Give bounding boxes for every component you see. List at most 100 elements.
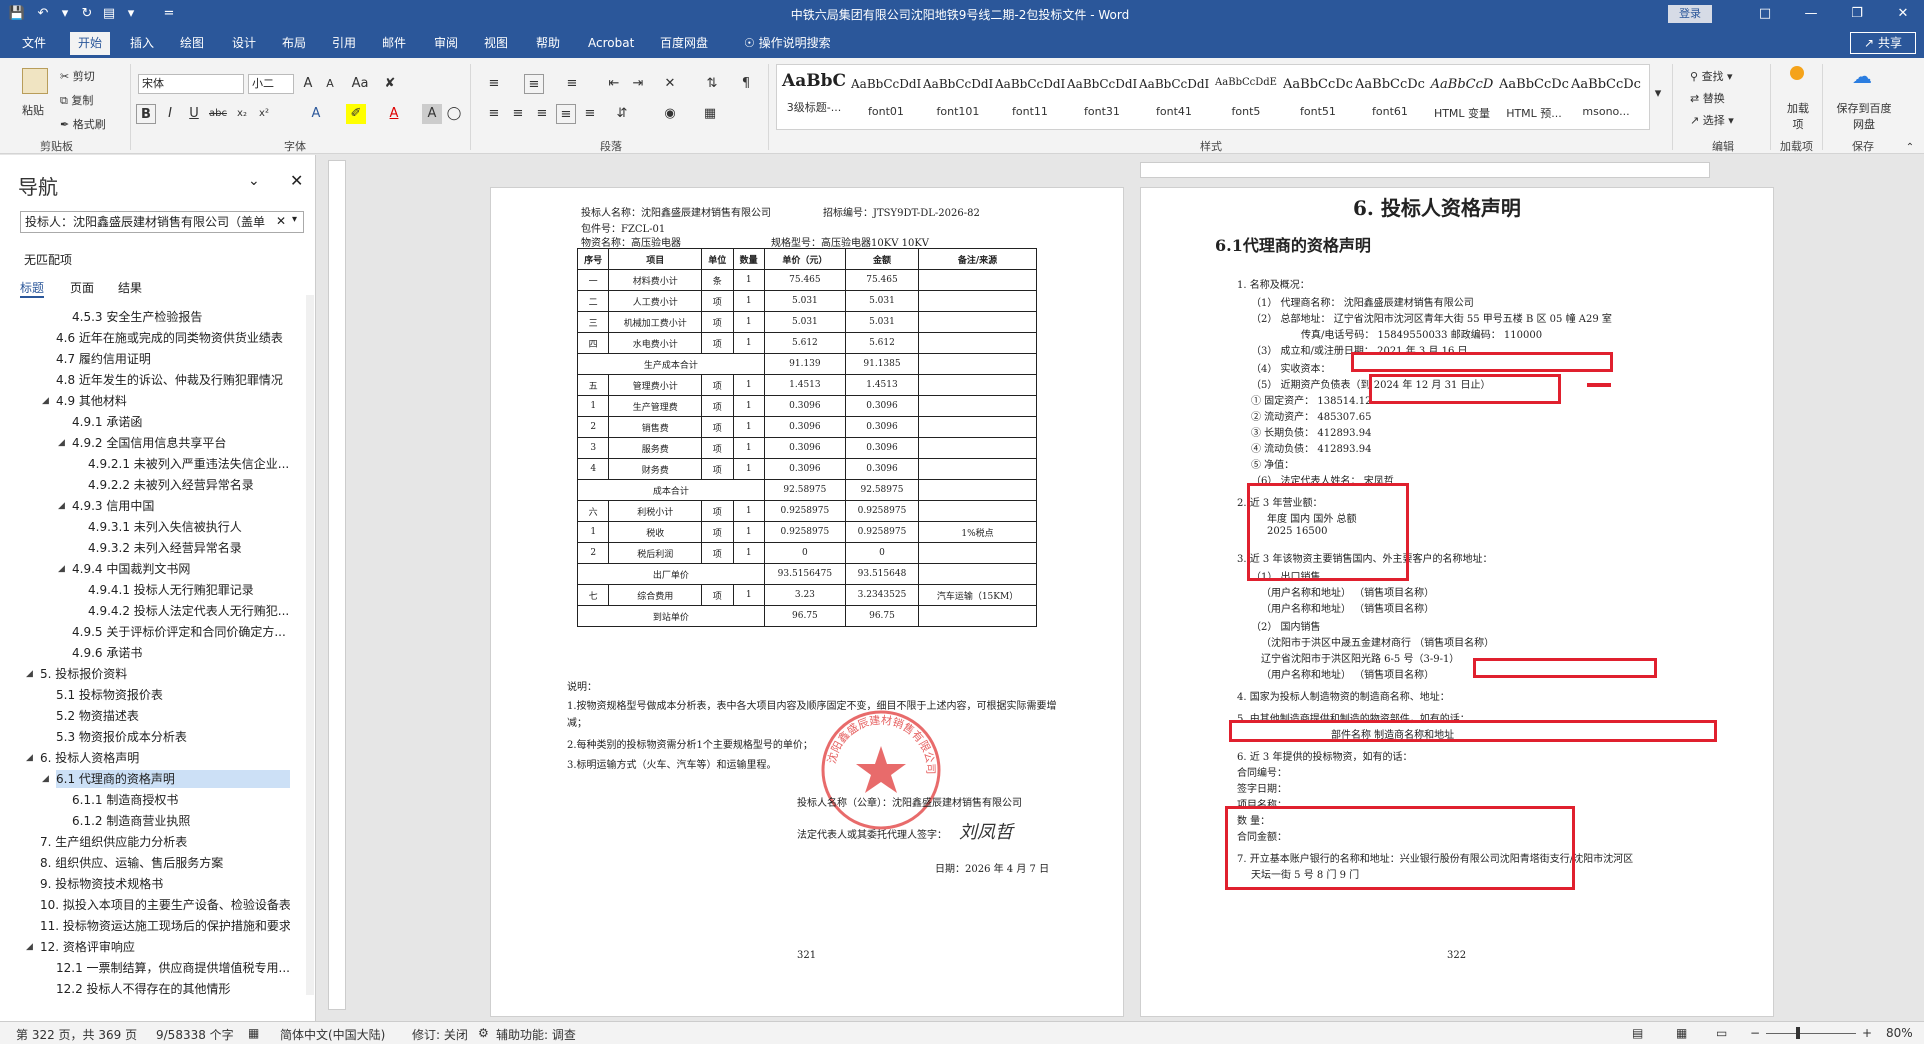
undo-dropdown-icon[interactable]: ▾	[56, 5, 74, 23]
font-color-icon[interactable]: A	[384, 104, 404, 124]
font-size-select[interactable]: 小二	[248, 74, 294, 94]
collapse-triangle-icon[interactable]: ◢	[58, 501, 65, 511]
tab-insert[interactable]: 插入	[122, 28, 162, 58]
nav-heading-item[interactable]: 4.9.5 关于评标价评定和合同价确定方...	[72, 623, 290, 641]
style-item[interactable]: AaBbCcD HTML 变量	[1427, 67, 1497, 127]
align-center-icon[interactable]: ≡	[508, 104, 528, 124]
nav-close-icon[interactable]: ✕	[290, 171, 303, 190]
nav-heading-item[interactable]: 4.9.3.2 未列入经营异常名录	[88, 539, 290, 557]
maximize-icon[interactable]: ❐	[1842, 4, 1872, 24]
sort-icon[interactable]: ⇅	[702, 74, 722, 94]
style-item[interactable]: AaBbCcDdI font41	[1139, 67, 1209, 127]
collapse-triangle-icon[interactable]: ◢	[26, 942, 33, 952]
zoom-level[interactable]: 80%	[1886, 1026, 1913, 1040]
style-item[interactable]: AaBbCcDdI font101	[923, 67, 993, 127]
document-icon[interactable]: ▤	[100, 5, 118, 23]
char-shading-icon[interactable]: A	[422, 104, 442, 124]
increase-indent-icon[interactable]: ⇥	[628, 74, 648, 94]
clear-search-icon[interactable]: ✕	[276, 214, 286, 228]
find-button[interactable]: ⚲ 查找 ▾	[1690, 68, 1733, 84]
highlight-icon[interactable]: ✐	[346, 104, 366, 124]
nav-heading-item[interactable]: 4.9 其他材料	[56, 392, 290, 410]
nav-heading-item[interactable]: 6.1.2 制造商营业执照	[72, 812, 290, 830]
grow-font-icon[interactable]: A	[298, 74, 318, 94]
nav-heading-item[interactable]: 6.1 代理商的资格声明	[56, 770, 290, 788]
collapse-triangle-icon[interactable]: ◢	[42, 774, 49, 784]
shading-icon[interactable]: ◉	[660, 104, 680, 124]
enclose-char-icon[interactable]: ◯	[444, 104, 464, 124]
nav-heading-item[interactable]: 4.9.4.1 投标人无行贿犯罪记录	[88, 581, 290, 599]
word-count[interactable]: 9/58338 个字	[156, 1026, 234, 1043]
change-case-icon[interactable]: Aa	[350, 74, 370, 94]
bold-icon[interactable]: B	[136, 104, 156, 124]
align-left-icon[interactable]: ≡	[484, 104, 504, 124]
tab-layout[interactable]: 布局	[274, 28, 314, 58]
save-icon[interactable]: 💾	[8, 5, 26, 23]
format-painter-button[interactable]: ✒ 格式刷	[60, 116, 106, 132]
nav-heading-item[interactable]: 11. 投标物资运达施工现场后的保护措施和要求	[40, 917, 290, 935]
nav-heading-item[interactable]: 12.2 投标人不得存在的其他情形	[56, 980, 290, 998]
tab-baidu[interactable]: 百度网盘	[652, 28, 716, 58]
print-layout-icon[interactable]: ▦	[1676, 1026, 1687, 1040]
zoom-in-icon[interactable]: +	[1862, 1026, 1872, 1040]
nav-heading-item[interactable]: 9. 投标物资技术规格书	[40, 875, 290, 893]
nav-heading-item[interactable]: 7. 生产组织供应能力分析表	[40, 833, 290, 851]
quick-access-more-icon[interactable]: =	[160, 5, 178, 23]
nav-heading-item[interactable]: 4.8 近年发生的诉讼、仲裁及行贿犯罪情况	[56, 371, 290, 389]
strikethrough-icon[interactable]: abc	[208, 104, 228, 124]
accessibility-status[interactable]: 辅助功能: 调查	[496, 1026, 576, 1043]
nav-heading-item[interactable]: 10. 拟投入本项目的主要生产设备、检验设备表	[40, 896, 290, 914]
nav-heading-item[interactable]: 4.9.2.1 未被列入严重违法失信企业...	[88, 455, 290, 473]
nav-heading-item[interactable]: 4.9.4 中国裁判文书网	[72, 560, 290, 578]
cut-button[interactable]: ✂ 剪切	[60, 68, 95, 84]
paste-button[interactable]: 粘贴	[22, 102, 44, 118]
language[interactable]: 简体中文(中国大陆)	[280, 1026, 385, 1043]
web-layout-icon[interactable]: ▭	[1716, 1026, 1727, 1040]
track-changes[interactable]: 修订: 关闭	[412, 1026, 468, 1043]
tab-view[interactable]: 视图	[476, 28, 516, 58]
nav-heading-item[interactable]: 4.9.3 信用中国	[72, 497, 290, 515]
zoom-out-icon[interactable]: −	[1750, 1026, 1760, 1040]
collapse-triangle-icon[interactable]: ◢	[58, 438, 65, 448]
line-spacing-icon[interactable]: ⇵	[612, 104, 632, 124]
nav-heading-item[interactable]: 5.2 物资描述表	[56, 707, 290, 725]
tab-help[interactable]: 帮助	[528, 28, 568, 58]
nav-tab-results[interactable]: 结果	[118, 279, 142, 296]
nav-heading-item[interactable]: 4.9.6 承诺书	[72, 644, 290, 662]
nav-heading-item[interactable]: 4.9.2.2 未被列入经营异常名录	[88, 476, 290, 494]
style-item[interactable]: AaBbCcDc msono...	[1571, 67, 1641, 127]
collapse-triangle-icon[interactable]: ◢	[42, 396, 49, 406]
search-dropdown-icon[interactable]: ▾	[292, 214, 297, 225]
collapse-triangle-icon[interactable]: ◢	[58, 564, 65, 574]
login-button[interactable]: 登录	[1668, 5, 1712, 23]
proofing-icon[interactable]: ▦	[248, 1026, 259, 1040]
nav-heading-item[interactable]: 5.1 投标物资报价表	[56, 686, 290, 704]
nav-heading-item[interactable]: 4.5.3 安全生产检验报告	[72, 308, 290, 326]
nav-heading-item[interactable]: 5. 投标报价资料	[40, 665, 290, 683]
addins-button[interactable]: 加载项	[1786, 100, 1810, 132]
ribbon-display-icon[interactable]: □	[1750, 4, 1780, 24]
close-icon[interactable]: ✕	[1888, 4, 1918, 24]
style-item[interactable]: AaBbCcDc font51	[1283, 67, 1353, 127]
style-item[interactable]: AaBbCcDdI font01	[851, 67, 921, 127]
nav-search-input[interactable]: 投标人：沈阳鑫盛辰建材销售有限公司（盖单	[20, 211, 304, 233]
page-count[interactable]: 第 322 页，共 369 页	[16, 1026, 137, 1043]
read-mode-icon[interactable]: ▤	[1632, 1026, 1643, 1040]
tab-design[interactable]: 设计	[224, 28, 264, 58]
tab-home[interactable]: 开始	[70, 32, 111, 58]
nav-tab-pages[interactable]: 页面	[70, 279, 94, 296]
nav-heading-item[interactable]: 4.9.4.2 投标人法定代表人无行贿犯...	[88, 602, 290, 620]
borders-icon[interactable]: ▦	[700, 104, 720, 124]
tell-me-search[interactable]: ☉ 操作说明搜索	[736, 28, 839, 58]
undo-icon[interactable]: ↶	[34, 5, 52, 23]
select-button[interactable]: ↗ 选择 ▾	[1690, 112, 1734, 128]
style-item[interactable]: AaBbCcDdI font11	[995, 67, 1065, 127]
nav-heading-item[interactable]: 8. 组织供应、运输、售后服务方案	[40, 854, 290, 872]
nav-scrollbar[interactable]	[306, 295, 314, 995]
nav-heading-item[interactable]: 6.1.1 制造商授权书	[72, 791, 290, 809]
minimize-icon[interactable]: —	[1796, 4, 1826, 24]
collapse-triangle-icon[interactable]: ◢	[26, 753, 33, 763]
customize-icon[interactable]: ▾	[122, 5, 140, 23]
collapse-triangle-icon[interactable]: ◢	[26, 669, 33, 679]
nav-options-icon[interactable]: ⌄	[248, 173, 260, 189]
